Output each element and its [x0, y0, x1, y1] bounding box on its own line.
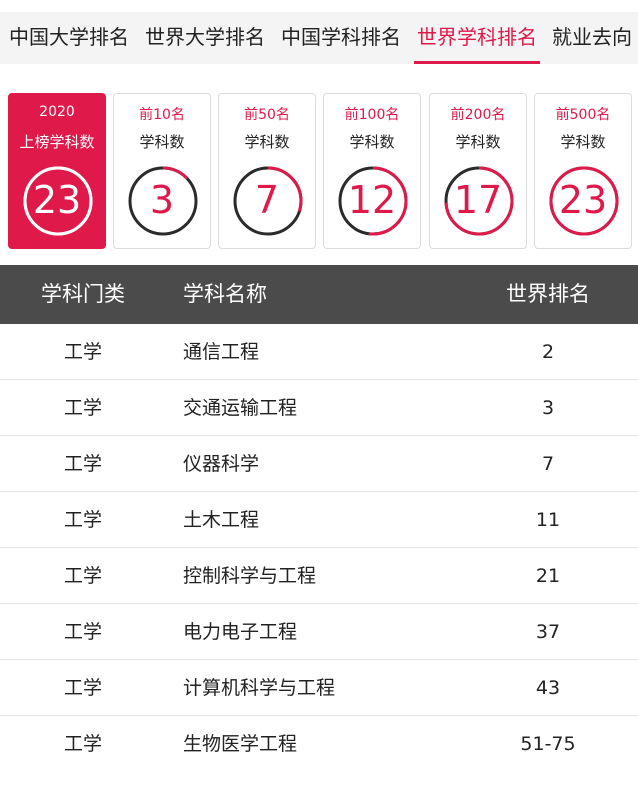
card-label: 学科数	[560, 133, 606, 151]
cell-subject: 通信工程	[183, 341, 260, 363]
cell-category: 工学	[63, 341, 102, 363]
column-header-subject: 学科名称	[183, 282, 267, 306]
table-row: 工学 生物医学工程 51-75	[0, 716, 638, 772]
tab-label: 就业去向	[552, 25, 632, 49]
cell-category: 工学	[63, 621, 102, 643]
cell-subject: 计算机科学与工程	[183, 677, 336, 699]
cell-world-rank: 7	[541, 453, 555, 475]
cell-category: 工学	[63, 677, 102, 699]
column-header-world-rank: 世界排名	[506, 282, 590, 306]
tab-world-university-ranking[interactable]: 世界大学排名	[144, 12, 266, 64]
tab-china-subject-ranking[interactable]: 中国学科排名	[280, 12, 402, 64]
table-row: 工学 仪器科学 7	[0, 436, 638, 492]
cell-category: 工学	[63, 733, 102, 755]
tab-china-university-ranking[interactable]: 中国大学排名	[8, 12, 130, 64]
tab-label: 世界大学排名	[145, 25, 265, 49]
cell-subject: 电力电子工程	[183, 621, 298, 643]
table-row: 工学 控制科学与工程 21	[0, 548, 638, 604]
cell-subject: 交通运输工程	[183, 397, 298, 419]
card-value: 23	[32, 178, 82, 222]
column-header-category: 学科门类	[41, 282, 125, 306]
stat-card-top200: 前200名 学科数 17	[429, 93, 527, 249]
card-label: 学科数	[455, 133, 501, 151]
tab-label: 中国学科排名	[281, 25, 401, 49]
cell-category: 工学	[63, 397, 102, 419]
cell-subject: 生物医学工程	[183, 733, 298, 755]
cell-subject: 控制科学与工程	[183, 565, 317, 587]
card-label: 学科数	[349, 133, 395, 151]
active-tab-indicator	[414, 61, 540, 64]
stat-card-top50: 前50名 学科数 7	[218, 93, 316, 249]
table-row: 工学 计算机科学与工程 43	[0, 660, 638, 716]
card-rank-range: 前500名	[555, 107, 611, 123]
stat-cards: 2020 上榜学科数 23 前10名 学科数 3 前50名 学科数 7 前100…	[0, 93, 638, 249]
stat-card-top100: 前100名 学科数 12	[323, 93, 421, 249]
card-rank-range: 前10名	[139, 107, 185, 123]
table-row: 工学 通信工程 2	[0, 324, 638, 380]
cell-world-rank: 43	[535, 677, 561, 699]
table-row: 工学 电力电子工程 37	[0, 604, 638, 660]
table-header: 学科门类 学科名称 世界排名	[0, 265, 638, 324]
cell-world-rank: 21	[535, 565, 561, 587]
tab-bar: 中国大学排名 世界大学排名 中国学科排名 世界学科排名 就业去向	[0, 12, 638, 64]
card-rank-range: 前50名	[244, 107, 290, 123]
card-value: 12	[347, 178, 397, 222]
card-label: 学科数	[139, 133, 185, 151]
stat-card-total: 2020 上榜学科数 23	[8, 93, 106, 249]
table-row: 工学 土木工程 11	[0, 492, 638, 548]
cell-world-rank: 2	[541, 341, 555, 363]
card-label: 上榜学科数	[19, 133, 95, 151]
tab-label: 中国大学排名	[9, 25, 129, 49]
tab-label: 世界学科排名	[417, 25, 537, 49]
cell-category: 工学	[63, 509, 102, 531]
card-value: 23	[558, 178, 608, 222]
card-rank-range: 前200名	[450, 107, 506, 123]
cell-world-rank: 37	[535, 621, 561, 643]
cell-subject: 仪器科学	[183, 453, 260, 475]
tab-world-subject-ranking[interactable]: 世界学科排名	[414, 12, 540, 64]
card-rank-range: 前100名	[344, 107, 400, 123]
card-label: 学科数	[244, 133, 290, 151]
card-value: 3	[149, 178, 175, 222]
card-year: 2020	[39, 104, 75, 120]
cell-world-rank: 11	[535, 509, 561, 531]
cell-category: 工学	[63, 565, 102, 587]
card-value: 7	[254, 178, 280, 222]
card-value: 17	[453, 178, 503, 222]
cell-subject: 土木工程	[183, 509, 260, 531]
stat-card-top500: 前500名 学科数 23	[534, 93, 632, 249]
cell-category: 工学	[63, 453, 102, 475]
table-row: 工学 交通运输工程 3	[0, 380, 638, 436]
cell-world-rank: 3	[541, 397, 555, 419]
cell-world-rank: 51-75	[520, 733, 576, 755]
stat-card-top10: 前10名 学科数 3	[113, 93, 211, 249]
tab-employment[interactable]: 就业去向	[552, 12, 638, 64]
